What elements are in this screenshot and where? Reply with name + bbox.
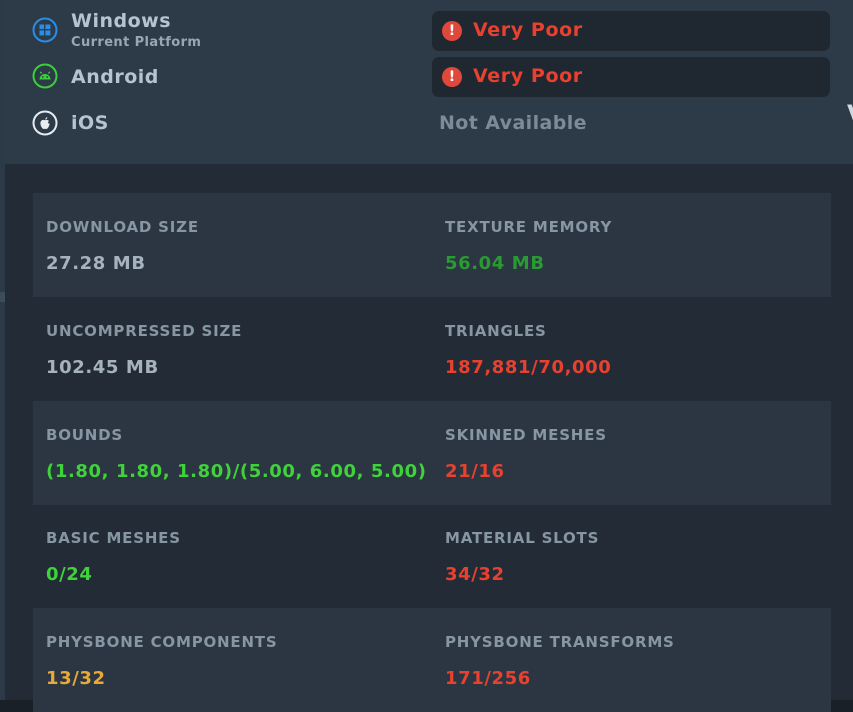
platform-name-android: Android	[71, 66, 159, 88]
platform-name-windows: Windows	[71, 10, 172, 32]
stat-label: BASIC MESHES	[46, 529, 181, 547]
stat-label: PHYSBONE COMPONENTS	[46, 633, 278, 651]
chevron-right-icon[interactable]: V	[847, 100, 853, 126]
stats-row-1: DOWNLOAD SIZE 27.28 MB TEXTURE MEMORY 56…	[33, 193, 831, 297]
rating-badge-windows: ! Very Poor	[432, 11, 830, 51]
stat-label: SKINNED MESHES	[445, 426, 607, 444]
apple-icon	[32, 110, 58, 136]
platform-panel: Windows Current Platform ! Very Poor And…	[5, 0, 853, 164]
stats-panel: DOWNLOAD SIZE 27.28 MB TEXTURE MEMORY 56…	[5, 164, 853, 712]
stat-value: 0/24	[46, 564, 93, 585]
stats-row-4: BASIC MESHES 0/24 MATERIAL SLOTS 34/32	[33, 504, 831, 608]
stats-row-3: BOUNDS (1.80, 1.80, 1.80)/(5.00, 6.00, 5…	[33, 401, 831, 505]
stat-value: (1.80, 1.80, 1.80)/(5.00, 6.00, 5.00)	[46, 461, 427, 482]
rating-text-windows: Very Poor	[473, 19, 583, 41]
stat-value: 187,881/70,000	[445, 357, 612, 378]
platform-row-android: Android ! Very Poor	[5, 56, 853, 102]
rating-text-ios: Not Available	[439, 112, 587, 134]
stat-value: 102.45 MB	[46, 357, 159, 378]
stat-value: 171/256	[445, 668, 531, 689]
stat-value: 13/32	[46, 668, 106, 689]
stat-value: 34/32	[445, 564, 505, 585]
stat-value: 27.28 MB	[46, 253, 146, 274]
platform-name-ios: iOS	[71, 112, 109, 134]
platform-row-ios: iOS Not Available	[5, 102, 853, 148]
platform-row-windows: Windows Current Platform ! Very Poor	[5, 0, 853, 56]
stats-row-2: UNCOMPRESSED SIZE 102.45 MB TRIANGLES 18…	[33, 297, 831, 401]
android-icon	[32, 63, 58, 89]
rating-text-android: Very Poor	[473, 65, 583, 87]
stat-value: 56.04 MB	[445, 253, 545, 274]
warning-icon: !	[442, 21, 462, 41]
stat-label: BOUNDS	[46, 426, 123, 444]
stat-label: MATERIAL SLOTS	[445, 529, 600, 547]
current-platform-label: Current Platform	[71, 35, 202, 50]
rating-badge-android: ! Very Poor	[432, 57, 830, 97]
stat-label: PHYSBONE TRANSFORMS	[445, 633, 675, 651]
windows-icon	[32, 17, 58, 43]
stat-label: TEXTURE MEMORY	[445, 218, 613, 236]
stats-row-5: PHYSBONE COMPONENTS 13/32 PHYSBONE TRANS…	[33, 608, 831, 712]
stat-label: TRIANGLES	[445, 322, 547, 340]
stat-value: 21/16	[445, 461, 505, 482]
stat-label: DOWNLOAD SIZE	[46, 218, 199, 236]
stat-label: UNCOMPRESSED SIZE	[46, 322, 243, 340]
warning-icon: !	[442, 67, 462, 87]
